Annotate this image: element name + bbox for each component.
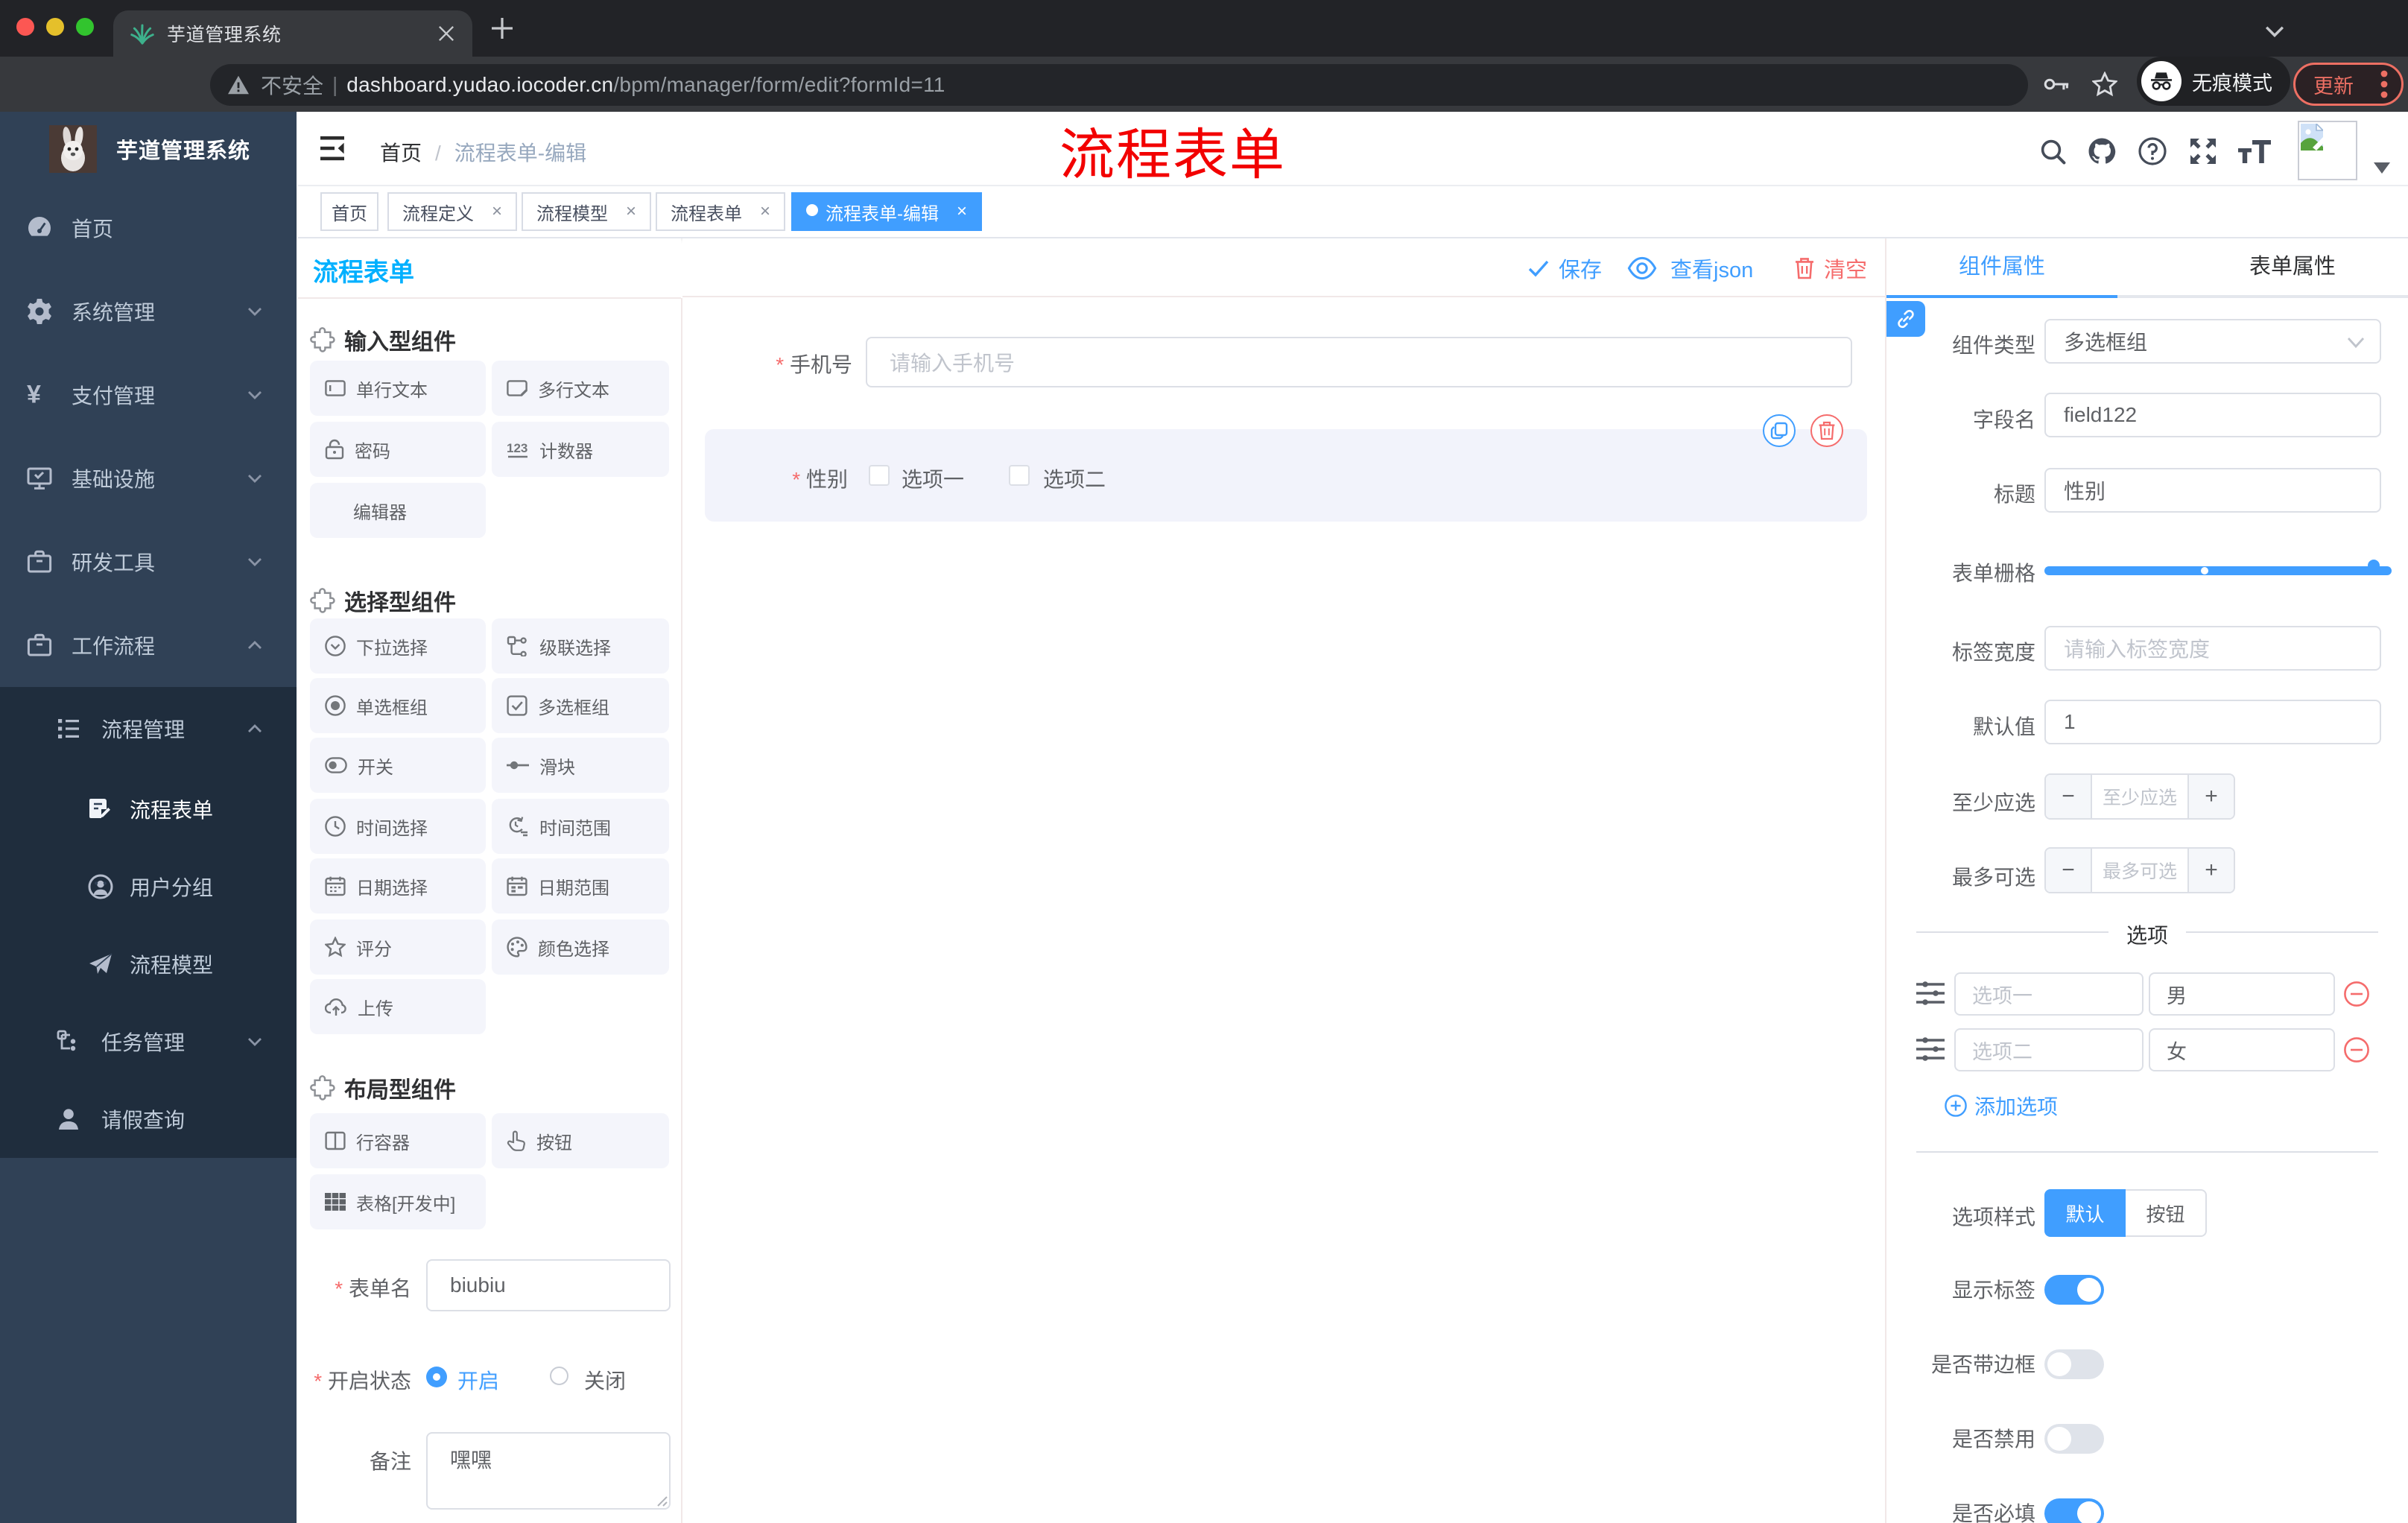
svg-text:123: 123 xyxy=(507,441,527,455)
